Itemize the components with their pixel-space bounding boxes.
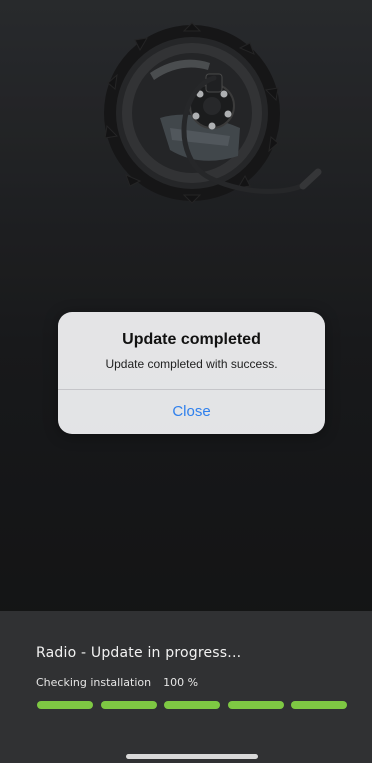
- status-label: Checking installation: [36, 676, 152, 689]
- progress-segment: [291, 701, 347, 709]
- progress-segment: [164, 701, 220, 709]
- update-panel-title: Radio - Update in progress...: [36, 645, 242, 661]
- close-button[interactable]: Close: [58, 390, 325, 434]
- progress-segment: [100, 701, 157, 709]
- update-status-panel: Radio - Update in progress... Checking i…: [0, 611, 372, 763]
- app-screen: Update completed Update completed with s…: [0, 0, 372, 763]
- dialog-title: Update completed: [122, 331, 261, 348]
- home-indicator: [126, 754, 258, 759]
- update-completed-dialog: Update completed Update completed with s…: [58, 312, 325, 434]
- percent-label: 100 %: [163, 676, 199, 689]
- dialog-message: Update completed with success.: [105, 357, 278, 371]
- progress-segment: [37, 701, 93, 709]
- segmented-progress-bar: [37, 701, 347, 709]
- status-row: Checking installation 100 %: [36, 676, 198, 689]
- progress-segment: [227, 701, 284, 709]
